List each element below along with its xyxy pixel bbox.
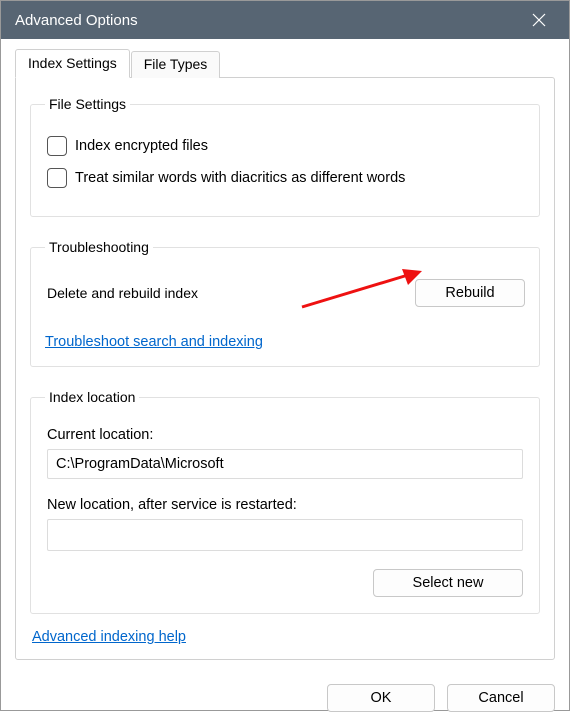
select-new-button[interactable]: Select new [373, 569, 523, 597]
rebuild-button[interactable]: Rebuild [415, 279, 525, 307]
row-index-encrypted: Index encrypted files [47, 136, 525, 156]
link-troubleshoot-search[interactable]: Troubleshoot search and indexing [45, 334, 263, 350]
close-button[interactable] [517, 1, 561, 39]
checkbox-index-encrypted[interactable] [47, 136, 67, 156]
legend-troubleshooting: Troubleshooting [45, 239, 153, 255]
close-icon [532, 13, 546, 27]
ok-button[interactable]: OK [327, 684, 435, 712]
tabpanel-index-settings: File Settings Index encrypted files Trea… [15, 77, 555, 660]
tab-row: Index Settings File Types [15, 49, 555, 78]
row-diacritics: Treat similar words with diacritics as d… [47, 168, 525, 188]
legend-index-location: Index location [45, 389, 139, 405]
titlebar: Advanced Options [1, 1, 569, 39]
window-title: Advanced Options [15, 12, 517, 29]
body-area: Index Settings File Types File Settings … [1, 39, 569, 674]
row-select-new: Select new [45, 569, 525, 597]
label-new-location: New location, after service is restarted… [47, 497, 525, 513]
label-rebuild: Delete and rebuild index [47, 285, 198, 301]
footer-buttons: OK Cancel [1, 674, 569, 726]
legend-file-settings: File Settings [45, 96, 130, 112]
checkbox-diacritics[interactable] [47, 168, 67, 188]
tab-file-types[interactable]: File Types [131, 51, 221, 78]
group-file-settings: File Settings Index encrypted files Trea… [30, 96, 540, 217]
row-rebuild: Delete and rebuild index Rebuild [47, 279, 525, 307]
value-current-location: C:\ProgramData\Microsoft [47, 449, 523, 479]
group-index-location: Index location Current location: C:\Prog… [30, 389, 540, 614]
label-index-encrypted: Index encrypted files [75, 138, 208, 154]
label-current-location: Current location: [47, 427, 525, 443]
tab-index-settings[interactable]: Index Settings [15, 49, 130, 78]
group-troubleshooting: Troubleshooting Delete and rebuild index… [30, 239, 540, 367]
label-diacritics: Treat similar words with diacritics as d… [75, 170, 405, 186]
value-new-location [47, 519, 523, 551]
link-advanced-indexing-help[interactable]: Advanced indexing help [32, 629, 186, 645]
cancel-button[interactable]: Cancel [447, 684, 555, 712]
